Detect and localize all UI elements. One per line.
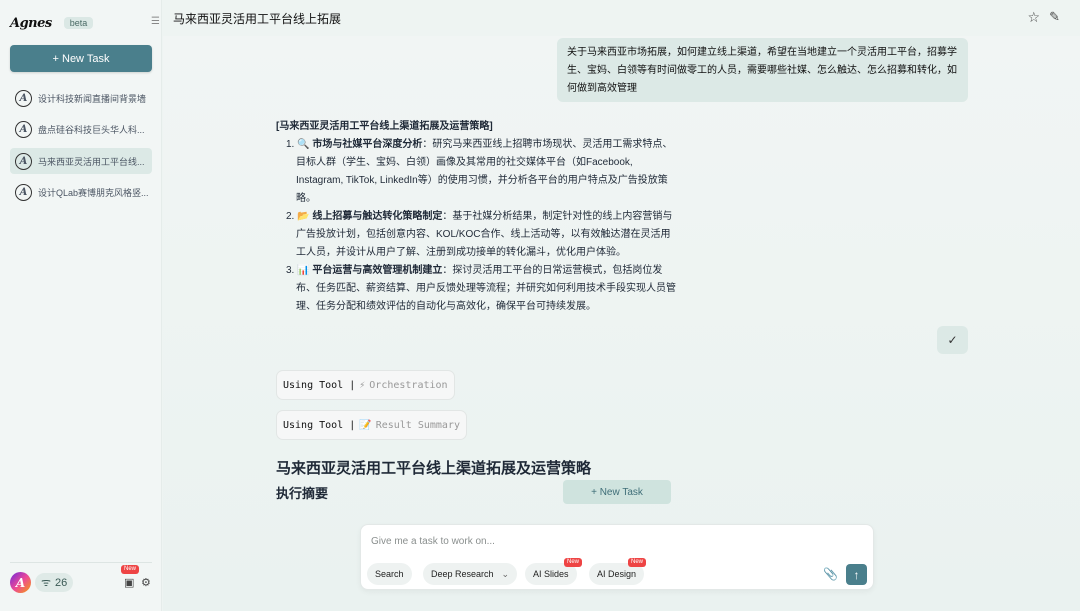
new-badge: New bbox=[564, 558, 583, 567]
plan-item-number: 3. bbox=[286, 265, 295, 276]
sidebar-item-history-1[interactable]: A 设计科技新闻直播间背景墙 bbox=[10, 85, 152, 111]
plan-item: 3. 📊 平台运营与高效管理机制建立：探讨灵活用工平台的日常运营模式，包括岗位发… bbox=[286, 262, 676, 316]
sidebar-item-history-4[interactable]: A 设计QLab赛博朋克风格竖... bbox=[10, 179, 152, 205]
send-button[interactable]: ↑ bbox=[846, 564, 867, 585]
lightning-icon: ⚡ bbox=[359, 379, 366, 391]
tool-prefix: Using Tool | bbox=[283, 379, 356, 391]
credits-badge[interactable]: ᯤ 26 bbox=[35, 573, 74, 592]
sidebar-item-history-3[interactable]: A 马来西亚灵活用工平台线... bbox=[10, 148, 152, 174]
header: 马来西亚灵活用工平台线上拓展 ☆ ✎ bbox=[162, 0, 1080, 36]
agnes-task-icon: A bbox=[15, 152, 32, 170]
search-icon: 🔍 bbox=[297, 139, 310, 150]
memo-icon: 📝 bbox=[359, 419, 372, 431]
plan-item: 1. 🔍 市场与社媒平台深度分析：研究马来西亚线上招聘市场现状、灵活用工需求特点… bbox=[286, 136, 676, 208]
new-badge: New bbox=[121, 565, 140, 574]
tool-name: Result Summary bbox=[375, 419, 460, 431]
user-message: 关于马来西亚市场拓展，如何建立线上渠道，希望在当地建立一个灵活用工平台，招募学生… bbox=[557, 38, 968, 102]
floating-new-task-button[interactable]: + New Task bbox=[563, 480, 671, 504]
wifi-icon: ᯤ bbox=[41, 577, 52, 589]
edit-icon[interactable]: ✎ bbox=[1049, 9, 1060, 25]
arrow-up-icon: ↑ bbox=[853, 567, 860, 582]
tool-call-orchestration[interactable]: Using Tool | ⚡ Orchestration bbox=[276, 370, 455, 400]
agnes-task-icon: A bbox=[15, 89, 32, 107]
app-logo[interactable]: Agnes bbox=[10, 16, 52, 31]
paperclip-icon[interactable]: 📎 bbox=[823, 567, 838, 581]
folder-icon: 📂 bbox=[297, 211, 310, 222]
tool-prefix: Using Tool | bbox=[283, 419, 356, 431]
history-label: 设计QLab赛博朋克风格竖... bbox=[38, 187, 149, 198]
sidebar: Agnes beta ☰ + New Task A 设计科技新闻直播间背景墙 A… bbox=[0, 0, 162, 611]
star-icon[interactable]: ☆ bbox=[1027, 9, 1040, 26]
report-title: 马来西亚灵活用工平台线上渠道拓展及运营策略 bbox=[276, 460, 592, 477]
new-task-button[interactable]: + New Task bbox=[10, 45, 152, 72]
agnes-task-icon: A bbox=[15, 183, 32, 201]
deep-research-label: Deep Research bbox=[431, 569, 494, 579]
tool-call-result-summary[interactable]: Using Tool | 📝 Result Summary bbox=[276, 410, 467, 440]
inbox-icon[interactable]: ▣ bbox=[124, 576, 134, 589]
plan-item-title: 市场与社媒平台深度分析 bbox=[312, 139, 423, 150]
chart-icon: 📊 bbox=[297, 265, 310, 276]
history-label: 马来西亚灵活用工平台线... bbox=[38, 156, 145, 167]
tool-name: Orchestration bbox=[369, 379, 448, 391]
plan-item-title: 线上招募与触达转化策略制定 bbox=[312, 211, 443, 222]
deep-research-chip[interactable]: Deep Research ⌄ bbox=[423, 563, 518, 585]
plan-item-title: 平台运营与高效管理机制建立 bbox=[312, 265, 443, 276]
sidebar-divider bbox=[10, 562, 152, 563]
sidebar-collapse-icon[interactable]: ☰ bbox=[151, 16, 160, 27]
chevron-down-icon: ⌄ bbox=[501, 568, 510, 579]
search-chip[interactable]: Search bbox=[367, 563, 412, 585]
credits-count: 26 bbox=[55, 576, 68, 589]
history-label: 设计科技新闻直播间背景墙 bbox=[38, 93, 147, 104]
plan-item-number: 1. bbox=[286, 139, 295, 150]
task-input[interactable] bbox=[371, 533, 851, 549]
history-label: 盘点硅谷科技巨头华人科... bbox=[38, 124, 145, 135]
plan-item: 2. 📂 线上招募与触达转化策略制定：基于社媒分析结果，制定针对性的线上内容营销… bbox=[286, 208, 676, 262]
agnes-task-icon: A bbox=[15, 120, 32, 138]
logo-row: Agnes beta ☰ bbox=[10, 12, 160, 34]
beta-badge: beta bbox=[63, 17, 94, 29]
confirm-message: ✓ bbox=[937, 326, 968, 354]
section-heading: 执行摘要 bbox=[276, 486, 329, 501]
plan-list: 1. 🔍 市场与社媒平台深度分析：研究马来西亚线上招聘市场现状、灵活用工需求特点… bbox=[286, 136, 676, 316]
plan-heading: [马来西亚灵活用工平台线上渠道拓展及运营策略] bbox=[276, 121, 493, 132]
page-title: 马来西亚灵活用工平台线上拓展 bbox=[173, 12, 342, 26]
plan-item-number: 2. bbox=[286, 211, 295, 222]
sidebar-item-history-2[interactable]: A 盘点硅谷科技巨头华人科... bbox=[10, 116, 152, 142]
new-badge: New bbox=[628, 558, 647, 567]
avatar[interactable]: A bbox=[10, 572, 31, 593]
composer: Search Deep Research ⌄ AI Slides New AI … bbox=[360, 524, 874, 590]
gear-icon[interactable]: ⚙ bbox=[141, 576, 151, 589]
plan-message: [马来西亚灵活用工平台线上渠道拓展及运营策略] 1. 🔍 市场与社媒平台深度分析… bbox=[276, 118, 676, 316]
